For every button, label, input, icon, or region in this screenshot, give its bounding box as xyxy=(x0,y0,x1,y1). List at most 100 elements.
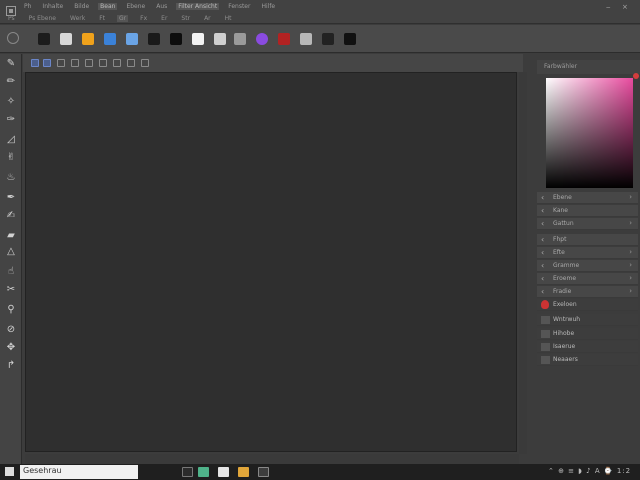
layer-row[interactable]: Exeloen xyxy=(537,299,638,311)
menu-item[interactable]: Filter Ansicht xyxy=(176,2,220,10)
grid-icon[interactable] xyxy=(71,59,79,67)
layer-row[interactable]: ‹ Fhpt xyxy=(537,234,638,246)
layer-row[interactable]: ‹ Efte › xyxy=(537,247,638,259)
smudge-icon[interactable]: ✌ xyxy=(3,150,19,164)
document-canvas[interactable] xyxy=(25,72,517,452)
menu-item[interactable]: Ph xyxy=(22,3,33,10)
options-bar xyxy=(0,25,640,53)
tool-preset-button[interactable] xyxy=(318,29,338,49)
preset-swatch xyxy=(300,33,312,45)
snap-icon[interactable] xyxy=(113,59,121,67)
taskbar-file-icon[interactable] xyxy=(218,467,229,477)
healing-brush-icon[interactable]: ✧ xyxy=(3,94,19,108)
layer-row[interactable]: ‹ Gattun › xyxy=(537,218,638,230)
layer-mode-icon[interactable] xyxy=(31,59,39,67)
chevron-right-icon[interactable]: › xyxy=(629,248,632,256)
tool-preset-button[interactable] xyxy=(210,29,230,49)
pen-icon[interactable]: ✍ xyxy=(3,208,19,222)
minimize-icon[interactable]: ‒ xyxy=(606,3,610,11)
ruler-toggle-icon[interactable] xyxy=(99,59,107,67)
menu-item[interactable]: Bilde xyxy=(72,3,91,10)
taskbar-green-icon[interactable] xyxy=(198,467,209,477)
chevron-right-icon[interactable]: › xyxy=(629,261,632,269)
chevron-right-icon[interactable]: › xyxy=(629,193,632,201)
layer-row[interactable]: ‹ Fradie › xyxy=(537,286,638,298)
layer-row[interactable]: Isaerue xyxy=(537,341,638,353)
secondary-menu-item[interactable]: Fx xyxy=(138,15,149,22)
close-window-button[interactable]: × xyxy=(622,3,628,11)
menu-item[interactable]: Inhalte xyxy=(40,3,65,10)
secondary-menu-item[interactable]: Werk xyxy=(68,15,87,22)
tool-preset-button[interactable] xyxy=(340,29,360,49)
fill-icon[interactable]: ▰ xyxy=(3,228,19,242)
pencil-icon[interactable]: ✏ xyxy=(3,74,19,88)
tool-preset-button[interactable] xyxy=(252,29,272,49)
chevron-left-icon: ‹ xyxy=(541,206,545,215)
frame-icon[interactable] xyxy=(57,59,65,67)
layer-row[interactable]: ‹ Ebene › xyxy=(537,192,638,204)
blur-icon[interactable]: ♨ xyxy=(3,170,19,184)
tool-preset-button[interactable] xyxy=(166,29,186,49)
tool-preset-button[interactable] xyxy=(188,29,208,49)
secondary-menu-item[interactable]: Str xyxy=(179,15,192,22)
layer-row[interactable]: ‹ Gramme › xyxy=(537,260,638,272)
menu-item[interactable]: Bean xyxy=(98,2,118,10)
eyedropper-icon[interactable]: ⚲ xyxy=(3,302,19,316)
start-icon[interactable] xyxy=(5,467,14,476)
dodge-icon[interactable]: ✒ xyxy=(3,190,19,204)
rotate-icon[interactable] xyxy=(141,59,149,67)
layer-row[interactable]: Wntrwuh xyxy=(537,314,638,326)
tool-preset-button[interactable] xyxy=(34,29,54,49)
color-panel-header: Farbwähler xyxy=(537,60,640,74)
taskbar-folder-icon[interactable] xyxy=(238,467,249,477)
brush-icon[interactable]: ✎ xyxy=(3,56,19,70)
secondary-menu-item[interactable]: Gr xyxy=(117,14,129,22)
chevron-right-icon[interactable]: › xyxy=(629,287,632,295)
layer-row[interactable]: ‹ Eroeme › xyxy=(537,273,638,285)
chevron-right-icon[interactable]: › xyxy=(629,219,632,227)
secondary-menu-item[interactable]: Er xyxy=(159,15,169,22)
secondary-menu-item[interactable]: Ar xyxy=(202,15,213,22)
clone-stamp-icon[interactable]: ✑ xyxy=(3,112,19,126)
move-icon[interactable]: ✥ xyxy=(3,340,19,354)
layer-row[interactable]: Neaaers xyxy=(537,354,638,366)
menu-item[interactable]: Hilfe xyxy=(259,3,277,10)
menu-item[interactable]: Aus xyxy=(154,3,169,10)
tool-preset-button[interactable] xyxy=(296,29,316,49)
zoom-icon[interactable] xyxy=(127,59,135,67)
secondary-menu-item[interactable]: Ps Ebene xyxy=(27,15,58,22)
system-tray[interactable]: ⌃ ⊕ ≡ ◗ ♪ A ⌚ 1:2 xyxy=(548,467,631,475)
secondary-menu-item[interactable]: Ft xyxy=(97,15,107,22)
tool-preset-button[interactable] xyxy=(144,29,164,49)
path-select-icon[interactable]: ↱ xyxy=(3,358,19,372)
secondary-menu-item[interactable]: Ht xyxy=(223,15,234,22)
vertical-scrollbar[interactable] xyxy=(519,72,527,454)
tool-preset-button[interactable] xyxy=(122,29,142,49)
layer-row[interactable]: ‹ Kane xyxy=(537,205,638,217)
ruler-icon[interactable]: ⊘ xyxy=(3,322,19,336)
tool-preset-button[interactable] xyxy=(56,29,76,49)
panel-close-icon[interactable] xyxy=(633,73,639,79)
horizontal-scrollbar[interactable] xyxy=(25,454,519,464)
layer-row[interactable]: Hihobe xyxy=(537,328,638,340)
color-picker-field[interactable] xyxy=(546,78,633,188)
chevron-left-icon: ‹ xyxy=(541,274,545,283)
search-field[interactable]: Gesehrau xyxy=(20,465,138,479)
menu-item[interactable]: Fenster xyxy=(226,3,252,10)
mask-mode-icon[interactable] xyxy=(43,59,51,67)
taskbar-app-icon[interactable] xyxy=(182,467,193,477)
lasso-icon[interactable]: ✂ xyxy=(3,282,19,296)
hand-icon[interactable]: ☝ xyxy=(3,264,19,278)
tool-preset-button[interactable] xyxy=(274,29,294,49)
triangle-shape-icon[interactable]: △ xyxy=(3,244,19,258)
tool-preset-button[interactable] xyxy=(100,29,120,49)
home-icon[interactable] xyxy=(7,32,19,44)
eraser-icon[interactable]: ◿ xyxy=(3,132,19,146)
secondary-menu-item[interactable]: Ps xyxy=(6,15,17,22)
taskbar-window-icon[interactable] xyxy=(258,467,269,477)
guides-icon[interactable] xyxy=(85,59,93,67)
menu-item[interactable]: Ebene xyxy=(124,3,147,10)
chevron-right-icon[interactable]: › xyxy=(629,274,632,282)
tool-preset-button[interactable] xyxy=(230,29,250,49)
tool-preset-button[interactable] xyxy=(78,29,98,49)
